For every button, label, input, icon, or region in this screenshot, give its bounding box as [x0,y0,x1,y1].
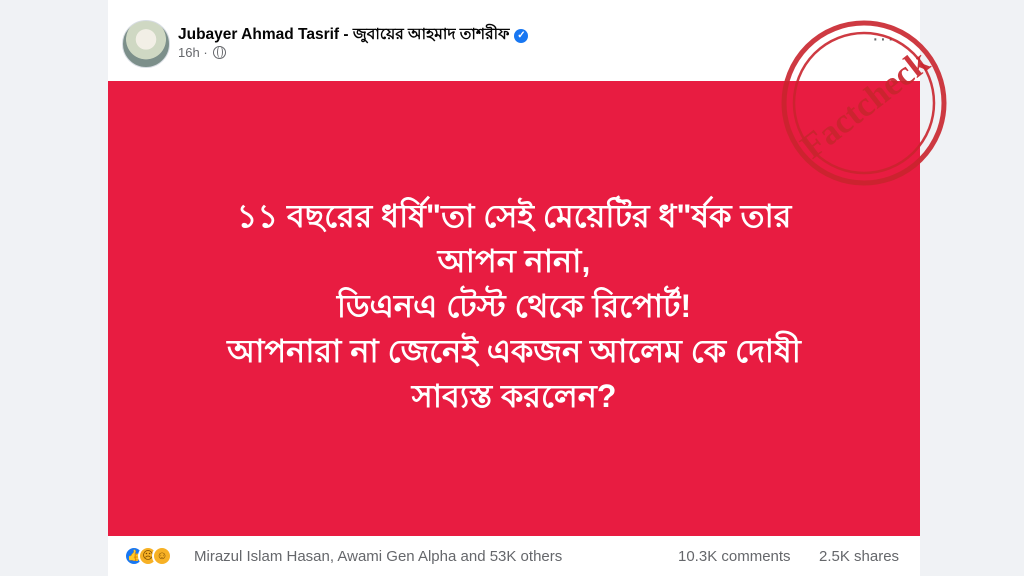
reaction-icons[interactable]: 👍 ☹ ☺ [124,546,190,566]
verified-badge-icon: ✓ [514,29,529,43]
comments-count[interactable]: 10.3K comments [678,548,791,565]
post-header: Jubayer Ahmad Tasrif - জুবায়ের আহমাদ তা… [108,0,920,80]
left-background [0,0,108,576]
haha-icon: ☺ [152,546,172,566]
banner-line: ডিএনএ টেস্ট থেকে রিপোর্ট! [336,288,692,324]
author-name[interactable]: Jubayer Ahmad Tasrif - জুবায়ের আহমাদ তা… [178,22,529,48]
more-options-button[interactable]: ··· [872,28,895,51]
post-footer: 👍 ☹ ☺ Mirazul Islam Hasan, Awami Gen Alp… [108,536,920,576]
author-name-text[interactable]: Jubayer Ahmad Tasrif - জুবায়ের আহমাদ তা… [178,26,509,43]
post-meta: 16h · [178,45,227,60]
author-avatar[interactable] [122,20,170,68]
globe-icon [213,46,227,59]
shares-count[interactable]: 2.5K shares [819,548,899,565]
banner-line: আপনারা না জেনেই একজন আলেম কে দোষী [227,333,801,369]
post-time[interactable]: 16h [178,45,200,60]
banner-text: ১১ বছরের ধর্ষি"তা সেই মেয়েটির ধ"র্ষক তা… [128,194,900,419]
reactors-text[interactable]: Mirazul Islam Hasan, Awami Gen Alpha and… [194,548,562,565]
banner-line: আপন নানা, [437,243,591,279]
banner-line: ১১ বছরের ধর্ষি"তা সেই মেয়েটির ধ"র্ষক তা… [236,198,792,234]
post-image-banner[interactable]: ১১ বছরের ধর্ষি"তা সেই মেয়েটির ধ"র্ষক তা… [108,81,920,536]
right-background [920,0,1024,576]
banner-line: সাব্যস্ত করলেন? [411,378,617,414]
post-card: Jubayer Ahmad Tasrif - জুবায়ের আহমাদ তা… [108,0,920,576]
